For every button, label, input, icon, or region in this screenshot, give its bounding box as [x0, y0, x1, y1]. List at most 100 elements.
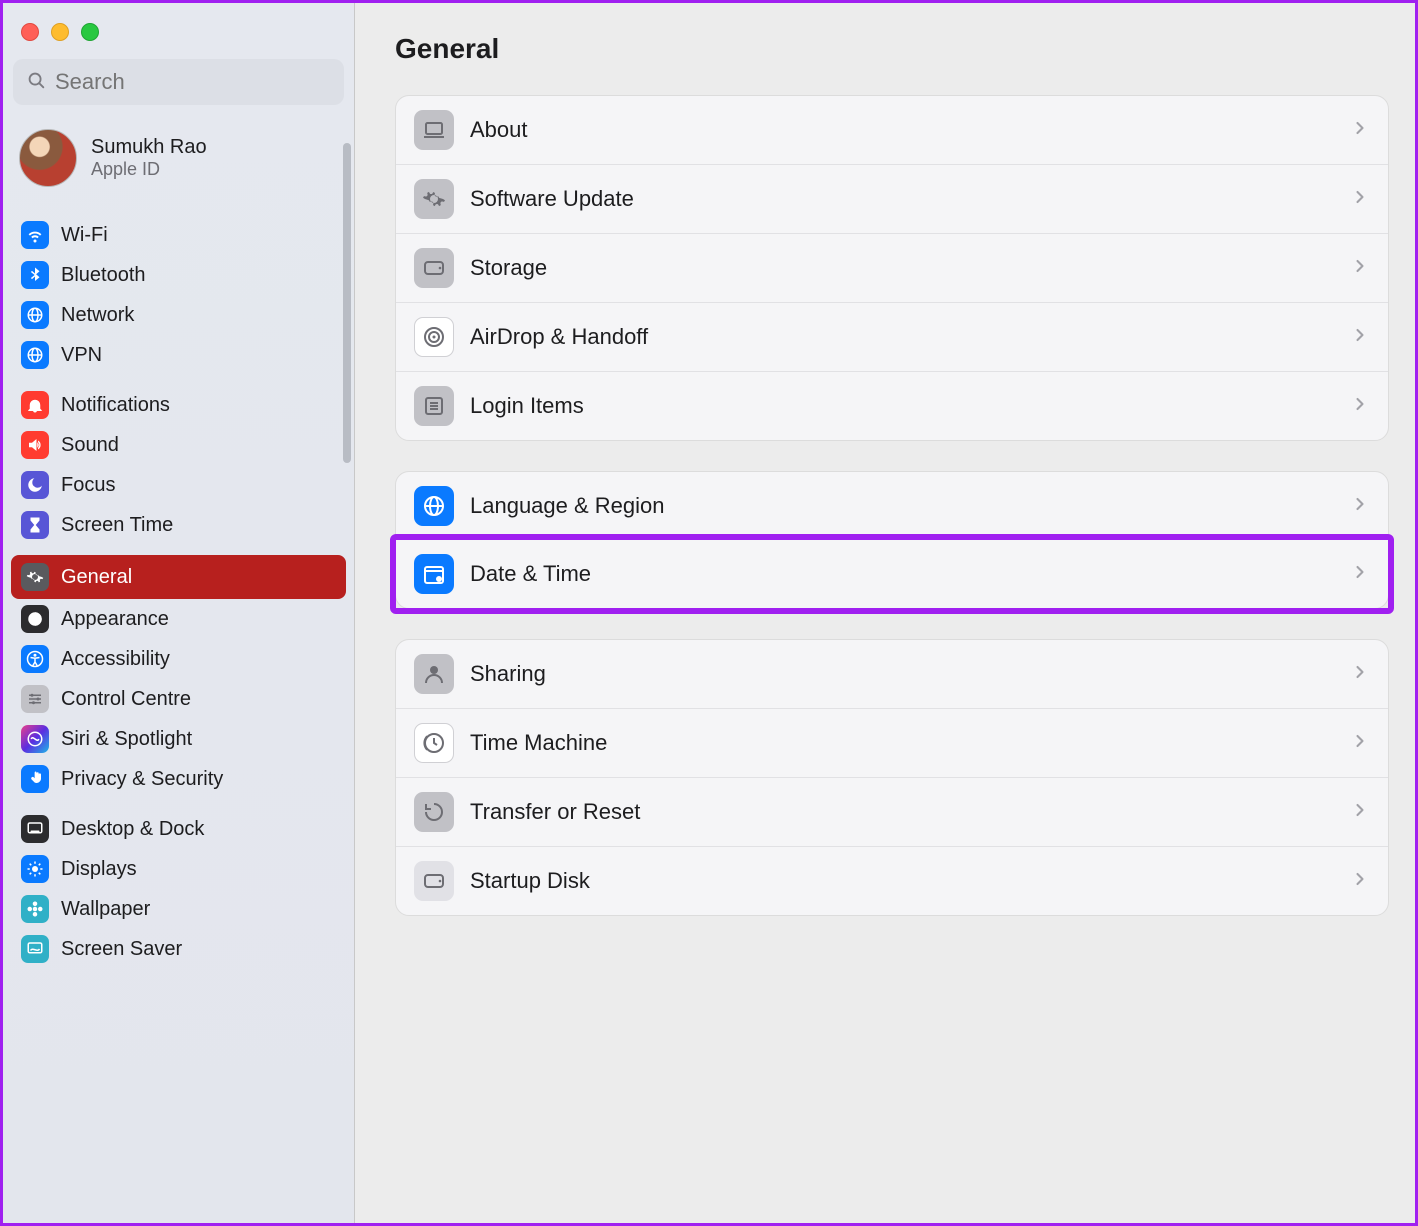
settings-row-transfer[interactable]: Transfer or Reset	[396, 777, 1388, 846]
settings-window: Sumukh Rao Apple ID Wi-Fi Bluetooth Networ…	[0, 0, 1418, 1226]
settings-row-software-update[interactable]: Software Update	[396, 164, 1388, 233]
sidebar-item-label: Screen Time	[61, 514, 173, 537]
sidebar-item-label: Sound	[61, 434, 119, 457]
sidebar-item-displays[interactable]: Displays	[13, 849, 344, 889]
settings-section: Sharing Time Machine Transfer or Reset Star…	[395, 639, 1389, 916]
sidebar-item-label: Siri & Spotlight	[61, 728, 192, 751]
sidebar-group: General Appearance Accessibility Control Ce…	[13, 555, 344, 799]
gear-icon	[21, 563, 49, 591]
sidebar-group: Notifications Sound Focus Screen Time	[13, 385, 344, 545]
sidebar-item-appearance[interactable]: Appearance	[13, 599, 344, 639]
bell-icon	[21, 391, 49, 419]
chevron-right-icon	[1350, 187, 1370, 212]
minimize-window-button[interactable]	[51, 23, 69, 41]
sidebar-item-label: Wi-Fi	[61, 224, 108, 247]
settings-row-login-items[interactable]: Login Items	[396, 371, 1388, 440]
sidebar-group: Desktop & Dock Displays Wallpaper Screen Sa…	[13, 809, 344, 969]
sidebar-item-bluetooth[interactable]: Bluetooth	[13, 255, 344, 295]
chevron-right-icon	[1350, 869, 1370, 894]
calendar-icon	[414, 554, 454, 594]
sidebar-item-label: Accessibility	[61, 648, 170, 671]
chevron-right-icon	[1350, 394, 1370, 419]
globe-icon	[414, 486, 454, 526]
sidebar-item-label: Network	[61, 304, 134, 327]
siri-icon	[21, 725, 49, 753]
apple-id-account[interactable]: Sumukh Rao Apple ID	[13, 123, 344, 205]
contrast-icon	[21, 605, 49, 633]
page-title: General	[395, 33, 1389, 65]
sidebar-item-screentime[interactable]: Screen Time	[13, 505, 344, 545]
chevron-right-icon	[1350, 731, 1370, 756]
window-controls	[13, 15, 344, 55]
search-input[interactable]	[55, 69, 332, 95]
sidebar-item-controlcentre[interactable]: Control Centre	[13, 679, 344, 719]
settings-row-date-time[interactable]: Date & Time	[396, 540, 1388, 608]
settings-row-label: Time Machine	[470, 730, 1334, 756]
clock-icon	[414, 723, 454, 763]
settings-row-about[interactable]: About	[396, 96, 1388, 164]
sidebar-item-label: Notifications	[61, 394, 170, 417]
sidebar-item-privacy[interactable]: Privacy & Security	[13, 759, 344, 799]
person-icon	[414, 654, 454, 694]
sidebar-item-label: Control Centre	[61, 688, 191, 711]
close-window-button[interactable]	[21, 23, 39, 41]
search-field-wrapper[interactable]	[13, 59, 344, 105]
speaker-icon	[21, 431, 49, 459]
sliders-icon	[21, 685, 49, 713]
sidebar-item-siri[interactable]: Siri & Spotlight	[13, 719, 344, 759]
hourglass-icon	[21, 511, 49, 539]
list-icon	[414, 386, 454, 426]
chevron-right-icon	[1350, 325, 1370, 350]
sidebar-item-wifi[interactable]: Wi-Fi	[13, 215, 344, 255]
chevron-right-icon	[1350, 256, 1370, 281]
account-text: Sumukh Rao Apple ID	[91, 136, 207, 180]
settings-row-airdrop[interactable]: AirDrop & Handoff	[396, 302, 1388, 371]
account-name: Sumukh Rao	[91, 136, 207, 159]
sidebar-item-label: Screen Saver	[61, 938, 182, 961]
accessibility-icon	[21, 645, 49, 673]
chevron-right-icon	[1350, 118, 1370, 143]
settings-row-storage[interactable]: Storage	[396, 233, 1388, 302]
settings-row-startup[interactable]: Startup Disk	[396, 846, 1388, 915]
sidebar-item-general[interactable]: General	[11, 555, 346, 599]
airdrop-icon	[414, 317, 454, 357]
chevron-right-icon	[1350, 494, 1370, 519]
sidebar-item-label: Displays	[61, 858, 137, 881]
sidebar-item-wallpaper[interactable]: Wallpaper	[13, 889, 344, 929]
sidebar-item-network[interactable]: Network	[13, 295, 344, 335]
settings-row-label: Transfer or Reset	[470, 799, 1334, 825]
sidebar: Sumukh Rao Apple ID Wi-Fi Bluetooth Networ…	[3, 3, 355, 1223]
highlighted-row: Date & Time	[390, 534, 1394, 614]
settings-row-label: Login Items	[470, 393, 1334, 419]
sidebar-item-screensaver[interactable]: Screen Saver	[13, 929, 344, 969]
settings-row-label: Language & Region	[470, 493, 1334, 519]
sidebar-item-label: Wallpaper	[61, 898, 150, 921]
sidebar-item-desktop[interactable]: Desktop & Dock	[13, 809, 344, 849]
settings-row-language[interactable]: Language & Region	[396, 472, 1388, 540]
globe-icon	[21, 301, 49, 329]
settings-section: About Software Update StorageAirDrop & Han…	[395, 95, 1389, 441]
sidebar-item-label: Appearance	[61, 608, 169, 631]
settings-row-label: Sharing	[470, 661, 1334, 687]
sidebar-item-sound[interactable]: Sound	[13, 425, 344, 465]
zoom-window-button[interactable]	[81, 23, 99, 41]
settings-row-sharing[interactable]: Sharing	[396, 640, 1388, 708]
disk-icon	[414, 861, 454, 901]
sidebar-item-vpn[interactable]: VPN	[13, 335, 344, 375]
sun-icon	[21, 855, 49, 883]
flower-icon	[21, 895, 49, 923]
sidebar-group: Wi-Fi Bluetooth Network VPN	[13, 215, 344, 375]
dock-icon	[21, 815, 49, 843]
avatar	[19, 129, 77, 187]
hand-icon	[21, 765, 49, 793]
sidebar-scrollbar[interactable]	[343, 143, 351, 463]
sidebar-item-notifications[interactable]: Notifications	[13, 385, 344, 425]
sidebar-item-label: Focus	[61, 474, 115, 497]
wifi-icon	[21, 221, 49, 249]
settings-row-time-machine[interactable]: Time Machine	[396, 708, 1388, 777]
search-icon	[25, 69, 47, 96]
sidebar-item-accessibility[interactable]: Accessibility	[13, 639, 344, 679]
sidebar-item-focus[interactable]: Focus	[13, 465, 344, 505]
bluetooth-icon	[21, 261, 49, 289]
settings-row-label: Software Update	[470, 186, 1334, 212]
